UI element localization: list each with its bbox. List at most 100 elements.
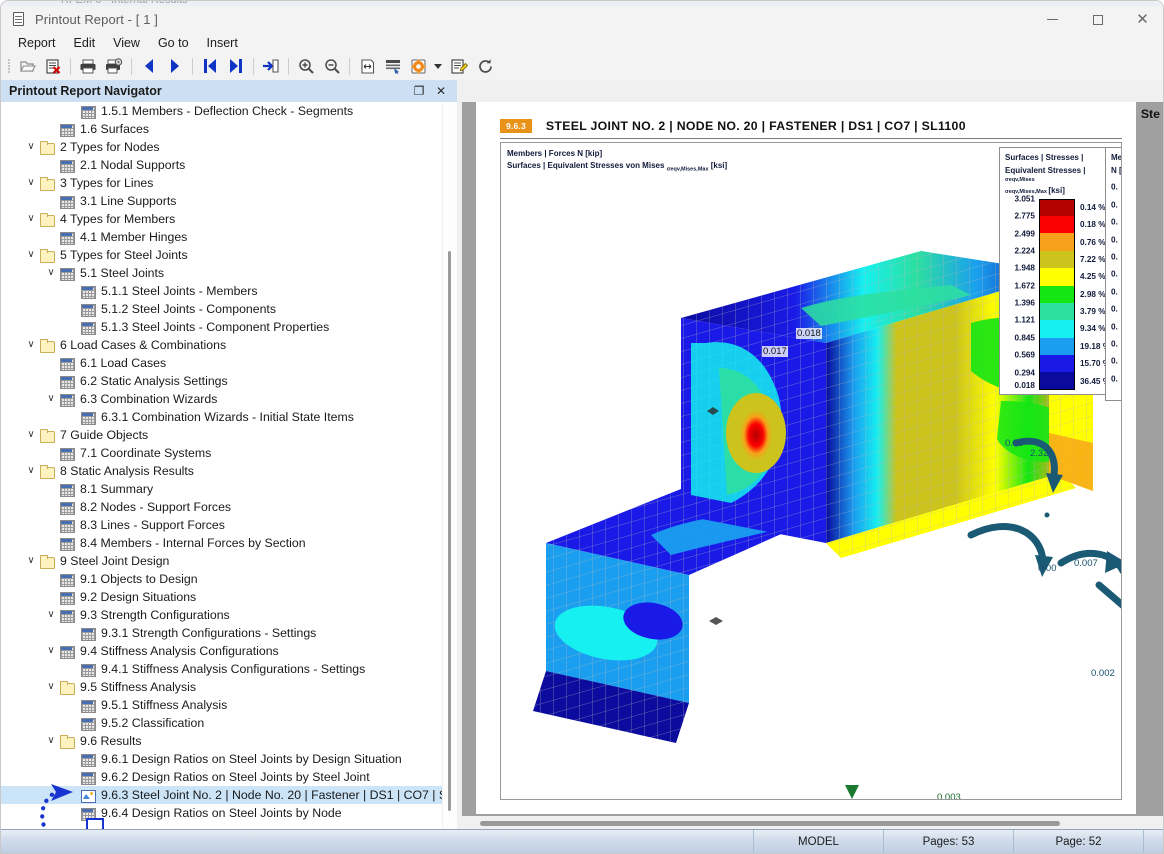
fit-page-icon[interactable] xyxy=(354,54,380,78)
tree-item[interactable]: ∨ 8 Static Analysis Results xyxy=(1,462,442,480)
delete-report-icon[interactable] xyxy=(40,54,66,78)
tree-item[interactable]: ∨ 9 Steel Joint Design xyxy=(1,552,442,570)
tree-item[interactable]: 6.2 Static Analysis Settings xyxy=(1,372,442,390)
tree-item[interactable]: 8.2 Nodes - Support Forces xyxy=(1,498,442,516)
report-tree[interactable]: 1.5.1 Members - Deflection Check - Segme… xyxy=(1,102,442,831)
tree-scrollbar-thumb[interactable] xyxy=(448,251,451,811)
tree-item[interactable]: ∨ 6.3 Combination Wizards xyxy=(1,390,442,408)
undock-panel-icon[interactable]: ❐ xyxy=(412,84,426,98)
go-to-page-icon[interactable] xyxy=(258,54,284,78)
tree-item[interactable]: 9.5.2 Classification xyxy=(1,714,442,732)
chevron-placeholder xyxy=(43,358,59,368)
tree-item-label: 9 Steel Joint Design xyxy=(60,554,170,568)
tree-item[interactable]: 6.1 Load Cases xyxy=(1,354,442,372)
tree-item[interactable]: ∨ 5 Types for Steel Joints xyxy=(1,246,442,264)
chevron-placeholder xyxy=(43,160,59,170)
close-button[interactable]: ✕ xyxy=(1120,6,1163,33)
forces-legend-title-line1: Memb xyxy=(1111,153,1122,162)
tree-item[interactable]: 9.5.1 Stiffness Analysis xyxy=(1,696,442,714)
zoom-in-icon[interactable] xyxy=(293,54,319,78)
chevron-down-icon[interactable]: ∨ xyxy=(43,682,59,692)
tree-item[interactable]: 9.3.1 Strength Configurations - Settings xyxy=(1,624,442,642)
tree-item[interactable]: 9.6.4 Design Ratios on Steel Joints by N… xyxy=(1,804,442,822)
tree-item[interactable]: 1.5.1 Members - Deflection Check - Segme… xyxy=(1,102,442,120)
page-layout-icon[interactable] xyxy=(380,54,406,78)
tree-item[interactable]: ∨ 9.5 Stiffness Analysis xyxy=(1,678,442,696)
tree-item[interactable]: ∨ 3 Types for Lines xyxy=(1,174,442,192)
close-panel-icon[interactable]: ✕ xyxy=(434,84,448,98)
tree-item[interactable]: ∨ 7 Guide Objects xyxy=(1,426,442,444)
tree-item[interactable]: 7.1 Coordinate Systems xyxy=(1,444,442,462)
status-resize-grip[interactable] xyxy=(1143,829,1163,853)
print-settings-icon[interactable] xyxy=(101,54,127,78)
chevron-down-icon[interactable]: ∨ xyxy=(23,214,39,224)
next-page-icon[interactable] xyxy=(162,54,188,78)
tree-item[interactable]: 5.1.2 Steel Joints - Components xyxy=(1,300,442,318)
zoom-out-icon[interactable] xyxy=(319,54,345,78)
previous-page-icon[interactable] xyxy=(136,54,162,78)
tree-item-label: 2.1 Nodal Supports xyxy=(80,158,186,172)
edit-template-icon[interactable] xyxy=(446,54,472,78)
tree-item[interactable]: 2.1 Nodal Supports xyxy=(1,156,442,174)
printout-report-window: RFEM 6 - Internal Results Printout Repor… xyxy=(0,0,1164,854)
maximize-button[interactable] xyxy=(1075,6,1120,33)
tree-item[interactable]: 8.1 Summary xyxy=(1,480,442,498)
tree-item[interactable]: 8.3 Lines - Support Forces xyxy=(1,516,442,534)
document-hscrollbar-thumb[interactable] xyxy=(480,821,1060,826)
forces-legend-title-line2: N [ki xyxy=(1111,165,1122,175)
tree-item[interactable]: 5.1.1 Steel Joints - Members xyxy=(1,282,442,300)
menu-report[interactable]: Report xyxy=(9,34,65,52)
first-page-icon[interactable] xyxy=(197,54,223,78)
settings-dropdown-icon[interactable] xyxy=(432,54,446,78)
chevron-down-icon[interactable]: ∨ xyxy=(23,556,39,566)
tree-item[interactable]: ∨ 9.3 Strength Configurations xyxy=(1,606,442,624)
table-icon xyxy=(59,537,75,551)
legend-band-swatch xyxy=(1039,320,1075,338)
tree-item[interactable]: 8.4 Members - Internal Forces by Section xyxy=(1,534,442,552)
open-report-icon[interactable] xyxy=(14,54,40,78)
tree-item[interactable]: ∨ 9.4 Stiffness Analysis Configurations xyxy=(1,642,442,660)
tree-item[interactable]: 9.2 Design Situations xyxy=(1,588,442,606)
tree-item[interactable]: ∨ 6 Load Cases & Combinations xyxy=(1,336,442,354)
legend-band-swatch xyxy=(1039,215,1075,234)
forces-legend-row: 0. xyxy=(1111,370,1121,387)
menu-view[interactable]: View xyxy=(104,34,149,52)
tree-item[interactable]: 3.1 Line Supports xyxy=(1,192,442,210)
tree-item[interactable]: 4.1 Member Hinges xyxy=(1,228,442,246)
tree-item[interactable]: 9.1 Objects to Design xyxy=(1,570,442,588)
table-icon xyxy=(80,627,96,641)
minimize-button[interactable] xyxy=(1030,6,1075,33)
last-page-icon[interactable] xyxy=(223,54,249,78)
tree-item-selected[interactable]: 9.6.3 Steel Joint No. 2 | Node No. 20 | … xyxy=(1,786,442,804)
chevron-down-icon[interactable]: ∨ xyxy=(43,394,59,404)
chevron-down-icon[interactable]: ∨ xyxy=(23,250,39,260)
document-viewport[interactable]: 9.6.3 STEEL JOINT NO. 2 | NODE NO. 20 | … xyxy=(462,102,1163,831)
chevron-down-icon[interactable]: ∨ xyxy=(23,340,39,350)
chevron-down-icon[interactable]: ∨ xyxy=(43,646,59,656)
menu-insert[interactable]: Insert xyxy=(198,34,247,52)
menu-goto[interactable]: Go to xyxy=(149,34,198,52)
chevron-down-icon[interactable]: ∨ xyxy=(23,142,39,152)
chevron-down-icon[interactable]: ∨ xyxy=(23,430,39,440)
chevron-down-icon[interactable]: ∨ xyxy=(43,736,59,746)
tree-item[interactable]: 1.6 Surfaces xyxy=(1,120,442,138)
tree-item[interactable]: 9.6.1 Design Ratios on Steel Joints by D… xyxy=(1,750,442,768)
refresh-icon[interactable] xyxy=(472,54,498,78)
print-icon[interactable] xyxy=(75,54,101,78)
chevron-down-icon[interactable]: ∨ xyxy=(43,268,59,278)
toolbar-grip[interactable] xyxy=(7,57,11,75)
tree-item[interactable]: ∨ 5.1 Steel Joints xyxy=(1,264,442,282)
tree-item[interactable]: ∨ 2 Types for Nodes xyxy=(1,138,442,156)
chevron-down-icon[interactable]: ∨ xyxy=(43,610,59,620)
menu-edit[interactable]: Edit xyxy=(65,34,105,52)
report-settings-icon[interactable] xyxy=(406,54,432,78)
tree-item-label: 8.2 Nodes - Support Forces xyxy=(80,500,232,514)
tree-item[interactable]: 5.1.3 Steel Joints - Component Propertie… xyxy=(1,318,442,336)
tree-item[interactable]: ∨ 4 Types for Members xyxy=(1,210,442,228)
chevron-down-icon[interactable]: ∨ xyxy=(23,178,39,188)
tree-item[interactable]: ∨ 9.6 Results xyxy=(1,732,442,750)
tree-item[interactable]: 9.6.2 Design Ratios on Steel Joints by S… xyxy=(1,768,442,786)
tree-item[interactable]: 6.3.1 Combination Wizards - Initial Stat… xyxy=(1,408,442,426)
tree-item[interactable]: 9.4.1 Stiffness Analysis Configurations … xyxy=(1,660,442,678)
chevron-down-icon[interactable]: ∨ xyxy=(23,466,39,476)
